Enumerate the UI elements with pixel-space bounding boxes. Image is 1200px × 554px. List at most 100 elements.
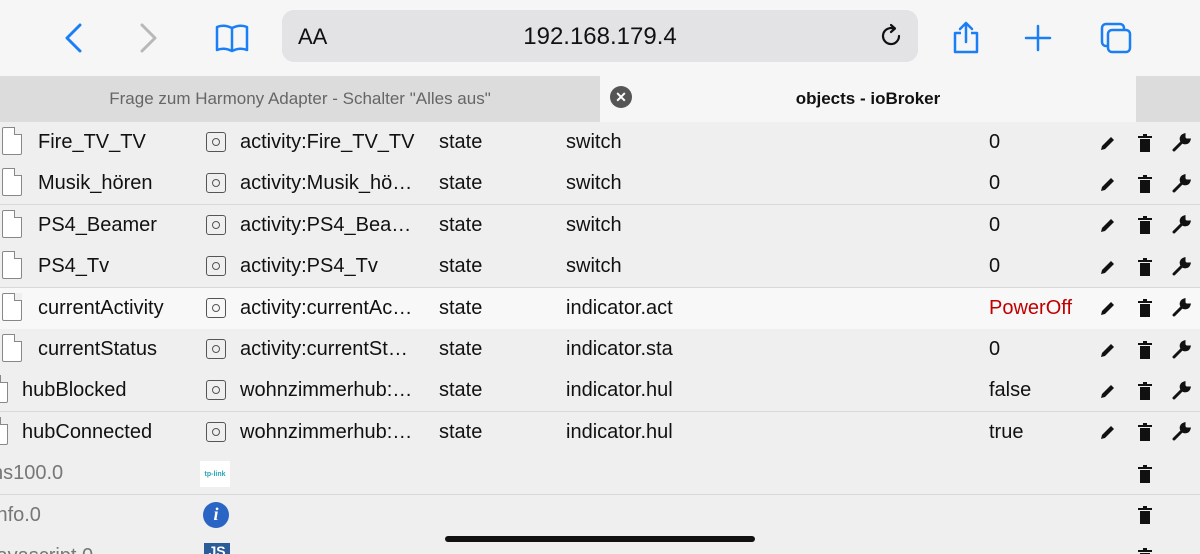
edit-button[interactable] (1088, 246, 1128, 287)
tab-bar: Frage zum Harmony Adapter - Schalter "Al… (0, 76, 1200, 123)
file-icon (0, 375, 8, 404)
tab-harmony-question[interactable]: Frage zum Harmony Adapter - Schalter "Al… (0, 76, 600, 122)
edit-button[interactable] (1088, 329, 1128, 370)
edit-button[interactable] (1088, 288, 1128, 329)
object-value[interactable]: 0 (989, 122, 1086, 163)
delete-button[interactable] (1125, 412, 1165, 453)
object-value[interactable]: PowerOff (989, 288, 1086, 329)
table-row[interactable]: currentActivity activity:currentAc… stat… (0, 287, 1200, 330)
pencil-icon (1101, 136, 1114, 150)
adapter-name: info.0 (0, 503, 41, 526)
forward-button[interactable] (126, 16, 170, 60)
object-type: state (439, 213, 483, 236)
chevron-left-icon (65, 23, 82, 53)
object-value[interactable]: 0 (989, 246, 1086, 287)
javascript-icon: JS (204, 543, 230, 554)
reload-icon (881, 23, 901, 46)
object-id: activity:Fire_TV_TV (240, 131, 415, 153)
file-icon (2, 168, 22, 197)
settings-button[interactable] (1161, 163, 1200, 204)
settings-button[interactable] (1161, 370, 1200, 411)
url-text: 192.168.179.4 (523, 23, 677, 50)
delete-button[interactable] (1125, 329, 1165, 370)
object-name: Fire_TV_TV (38, 131, 146, 153)
object-id: activity:PS4_Tv (240, 255, 378, 278)
tabs-overview-button[interactable] (1094, 16, 1138, 60)
edit-button[interactable] (1088, 163, 1128, 204)
delete-button[interactable] (1125, 370, 1165, 411)
delete-button[interactable] (1125, 536, 1165, 554)
tp-link-logo: tp-link (200, 461, 230, 488)
table-row[interactable]: PS4_Tv activity:PS4_Tv state switch 0 (0, 246, 1200, 289)
wrench-icon (1172, 132, 1191, 151)
close-tab-icon[interactable]: ✕ (610, 86, 632, 108)
settings-button[interactable] (1161, 329, 1200, 370)
object-id: activity:currentSt… (240, 338, 408, 360)
object-value[interactable]: 0 (989, 163, 1086, 204)
table-row[interactable]: Fire_TV_TV activity:Fire_TV_TV state swi… (0, 122, 1200, 164)
state-icon (206, 132, 226, 152)
file-icon (2, 251, 22, 280)
table-row[interactable]: info.0 i (0, 494, 1200, 537)
settings-button[interactable] (1161, 246, 1200, 287)
state-icon (206, 297, 226, 318)
browser-toolbar: AA 192.168.179.4 (0, 0, 1200, 76)
state-icon (206, 421, 226, 442)
back-button[interactable] (52, 16, 96, 60)
trash-icon (1138, 506, 1152, 525)
delete-button[interactable] (1125, 163, 1165, 204)
table-row[interactable]: hs100.0 tp-link (0, 453, 1200, 496)
object-name: PS4_Tv (38, 255, 110, 278)
settings-button[interactable] (1161, 288, 1200, 329)
table-row[interactable]: Musik_hören activity:Musik_hö… state swi… (0, 163, 1200, 206)
trash-icon (1138, 257, 1152, 276)
object-name: hubConnected (22, 420, 153, 443)
object-name: currentStatus (38, 338, 157, 360)
file-icon (2, 292, 22, 321)
edit-button[interactable] (1088, 412, 1128, 453)
edit-button[interactable] (1088, 122, 1128, 163)
object-role: switch (566, 172, 622, 195)
bookmarks-button[interactable] (210, 16, 254, 60)
delete-button[interactable] (1125, 453, 1165, 494)
delete-button[interactable] (1125, 122, 1165, 163)
edit-button[interactable] (1088, 370, 1128, 411)
objects-table: Fire_TV_TV activity:Fire_TV_TV state swi… (0, 122, 1200, 554)
table-row[interactable]: PS4_Beamer activity:PS4_Bea… state switc… (0, 204, 1200, 247)
tab-title: objects - ioBroker (795, 89, 941, 108)
delete-button[interactable] (1125, 246, 1165, 287)
pencil-icon (1101, 343, 1114, 357)
settings-button[interactable] (1161, 205, 1200, 246)
address-bar[interactable]: AA 192.168.179.4 (282, 10, 918, 62)
delete-button[interactable] (1125, 495, 1165, 536)
object-name: PS4_Beamer (38, 213, 157, 236)
table-row[interactable]: hubBlocked wohnzimmerhub:… state indicat… (0, 370, 1200, 413)
info-icon: i (203, 501, 229, 528)
object-id: wohnzimmerhub:… (240, 420, 413, 443)
wrench-icon (1172, 422, 1191, 441)
object-role: switch (566, 131, 622, 153)
object-value[interactable]: true (989, 412, 1086, 453)
wrench-icon (1172, 256, 1191, 276)
book-icon (215, 24, 249, 53)
tab-iobroker-objects[interactable]: objects - ioBroker (600, 76, 1136, 122)
edit-button[interactable] (1088, 205, 1128, 246)
state-icon (206, 173, 226, 194)
settings-button[interactable] (1161, 412, 1200, 453)
trash-icon (1138, 299, 1152, 318)
state-icon (206, 380, 226, 401)
delete-button[interactable] (1125, 205, 1165, 246)
share-button[interactable] (944, 16, 988, 60)
object-value[interactable]: false (989, 370, 1086, 411)
file-icon (0, 416, 8, 445)
delete-button[interactable] (1125, 288, 1165, 329)
table-row[interactable]: hubConnected wohnzimmerhub:… state indic… (0, 411, 1200, 454)
object-value[interactable]: 0 (989, 205, 1086, 246)
wrench-icon (1172, 339, 1191, 358)
object-value[interactable]: 0 (989, 329, 1086, 370)
wrench-icon (1172, 173, 1191, 193)
new-tab-button[interactable] (1016, 16, 1060, 60)
reload-button[interactable] (874, 19, 908, 53)
settings-button[interactable] (1161, 122, 1200, 163)
table-row[interactable]: currentStatus activity:currentSt… state … (0, 329, 1200, 371)
